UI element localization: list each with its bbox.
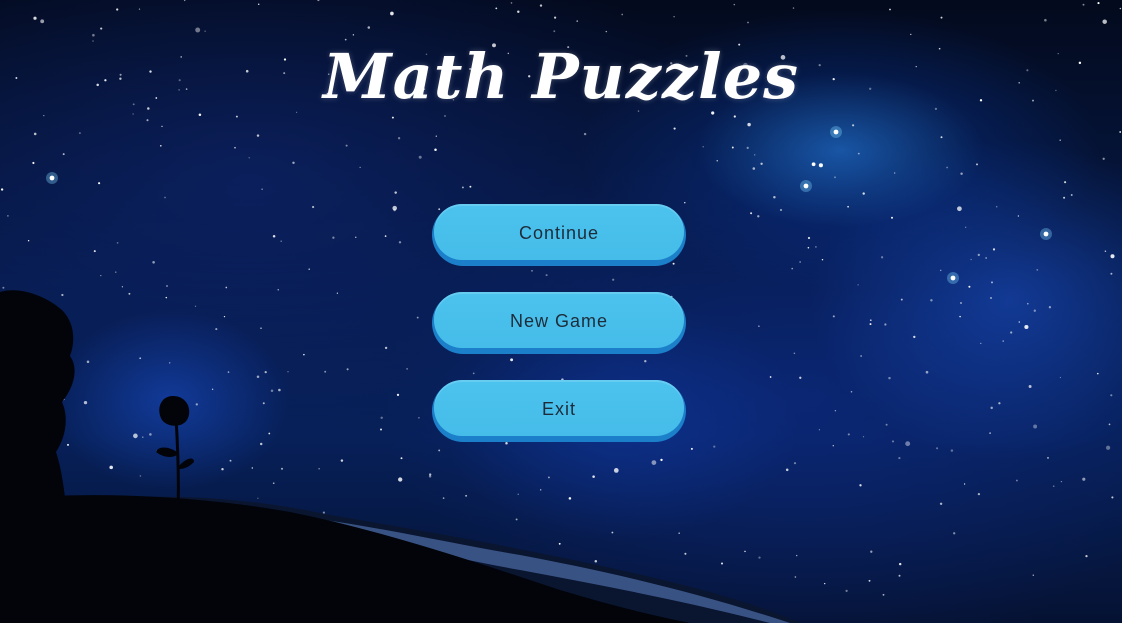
main-menu-screen: Math Puzzles Continue New Game Exit xyxy=(0,0,1122,623)
continue-button-label: Continue xyxy=(518,223,600,243)
game-title: Math Puzzles xyxy=(322,40,800,113)
exit-button[interactable]: Exit xyxy=(432,380,686,442)
continue-button[interactable]: Continue xyxy=(432,204,686,266)
new-game-button[interactable]: New Game xyxy=(432,292,686,354)
new-game-button-label: New Game xyxy=(509,311,609,331)
exit-button-label: Exit xyxy=(541,399,576,419)
main-menu: Continue New Game Exit xyxy=(432,204,686,468)
